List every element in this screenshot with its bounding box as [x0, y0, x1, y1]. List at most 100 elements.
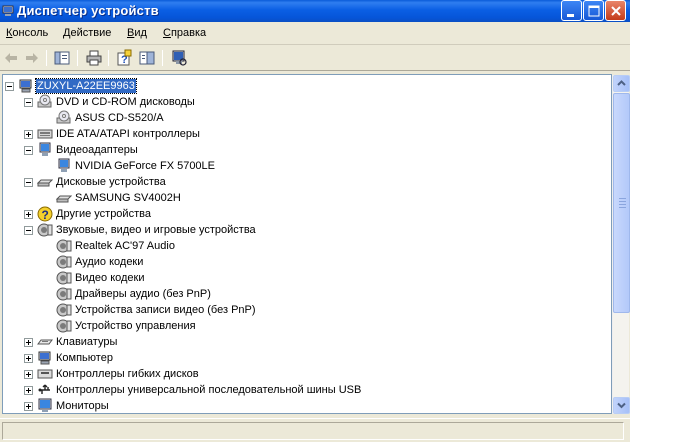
device-category[interactable]: Дисковые устройства	[3, 174, 603, 190]
expand-toggle[interactable]	[24, 130, 33, 139]
device-label[interactable]: SAMSUNG SV4002H	[74, 191, 182, 205]
close-button[interactable]	[605, 0, 626, 21]
status-panel	[2, 422, 624, 440]
expand-toggle[interactable]	[24, 370, 33, 379]
menu-console[interactable]: Консоль	[6, 27, 48, 39]
device-label[interactable]: IDE ATA/ATAPI контроллеры	[55, 127, 201, 141]
back-arrow-icon[interactable]	[2, 49, 20, 67]
device-item[interactable]: ASUS CD-S520/A	[3, 110, 603, 126]
print-icon[interactable]	[85, 49, 103, 67]
toolbar-separator	[108, 50, 109, 66]
scroll-thumb[interactable]	[613, 93, 630, 313]
toolbar: ?	[0, 46, 630, 71]
expand-toggle[interactable]	[24, 354, 33, 363]
display-adapter-icon	[37, 142, 53, 158]
scan-hardware-icon[interactable]	[170, 49, 188, 67]
menu-view[interactable]: Вид	[127, 27, 147, 39]
expand-toggle[interactable]	[24, 386, 33, 395]
device-label[interactable]: Контроллеры гибких дисков	[55, 367, 200, 381]
device-item[interactable]: Видео кодеки	[3, 270, 603, 286]
device-label[interactable]: Другие устройства	[55, 207, 152, 221]
cdrom-icon	[56, 110, 72, 126]
expand-toggle[interactable]	[24, 210, 33, 219]
scroll-down-button[interactable]	[613, 397, 630, 414]
menu-action[interactable]: Действие	[63, 27, 111, 39]
device-label[interactable]: Realtek AC'97 Audio	[74, 239, 176, 253]
device-label[interactable]: Аудио кодеки	[74, 255, 144, 269]
device-category[interactable]: Видеоадаптеры	[3, 142, 603, 158]
device-label[interactable]: Дисковые устройства	[55, 175, 167, 189]
device-label[interactable]: ASUS CD-S520/A	[74, 111, 165, 125]
close-icon	[611, 6, 621, 16]
svg-text:?: ?	[42, 208, 49, 222]
device-item[interactable]: Драйверы аудио (без PnP)	[3, 286, 603, 302]
status-bar	[0, 418, 630, 442]
help-icon[interactable]	[138, 49, 156, 67]
chevron-up-icon	[617, 80, 626, 86]
device-category[interactable]: DVD и CD-ROM дисководы	[3, 94, 603, 110]
forward-arrow-icon[interactable]	[23, 49, 41, 67]
device-category[interactable]: IDE ATA/ATAPI контроллеры	[3, 126, 603, 142]
expand-toggle[interactable]	[24, 402, 33, 411]
device-item[interactable]: Устройства записи видео (без PnP)	[3, 302, 603, 318]
device-item[interactable]: Аудио кодеки	[3, 254, 603, 270]
toolbar-separator	[162, 50, 163, 66]
device-category[interactable]: Контроллеры универсальной последовательн…	[3, 382, 603, 398]
collapse-toggle[interactable]	[24, 98, 33, 107]
device-label[interactable]: Устройство управления	[74, 319, 197, 333]
menu-help[interactable]: Справка	[163, 27, 206, 39]
minimize-button[interactable]	[561, 0, 582, 21]
show-hide-tree-icon[interactable]	[53, 49, 71, 67]
device-category[interactable]: Компьютер	[3, 350, 603, 366]
expand-toggle[interactable]	[24, 338, 33, 347]
ide-controller-icon	[37, 126, 53, 142]
display-adapter-icon	[56, 158, 72, 174]
title-bar[interactable]: Диспетчер устройств	[0, 0, 630, 22]
chevron-down-icon	[617, 402, 626, 409]
device-label[interactable]: Видеоадаптеры	[55, 143, 139, 157]
keyboard-icon	[37, 334, 53, 350]
computer-icon	[37, 350, 53, 366]
vertical-scrollbar[interactable]	[612, 75, 630, 414]
device-label[interactable]: Мониторы	[55, 399, 110, 413]
scroll-up-button[interactable]	[613, 75, 630, 92]
device-item[interactable]: Realtek AC'97 Audio	[3, 238, 603, 254]
monitor-icon	[37, 398, 53, 413]
device-item[interactable]: SAMSUNG SV4002H	[3, 190, 603, 206]
sound-device-icon	[56, 254, 72, 270]
device-label[interactable]: Видео кодеки	[74, 271, 146, 285]
menu-bar: Консоль Действие Вид Справка	[0, 22, 630, 45]
device-category[interactable]: Мониторы	[3, 398, 603, 413]
sound-device-icon	[56, 318, 72, 334]
device-label[interactable]: Компьютер	[55, 351, 114, 365]
device-label[interactable]: Драйверы аудио (без PnP)	[74, 287, 212, 301]
cdrom-icon	[37, 94, 53, 110]
sound-device-icon	[37, 222, 53, 238]
device-tree[interactable]: ZUXYL-A22EE9963 DVD и CD-ROM дисководы ASU…	[2, 74, 612, 414]
disk-drive-icon	[55, 190, 73, 206]
device-label[interactable]: DVD и CD-ROM дисководы	[55, 95, 196, 109]
device-manager-icon	[2, 5, 14, 16]
tree-root-label[interactable]: ZUXYL-A22EE9963	[35, 78, 137, 94]
maximize-button[interactable]	[583, 0, 604, 21]
collapse-toggle[interactable]	[24, 178, 33, 187]
device-label[interactable]: Звуковые, видео и игровые устройства	[55, 223, 257, 237]
device-item[interactable]: Устройство управления	[3, 318, 603, 334]
collapse-toggle[interactable]	[24, 226, 33, 235]
device-category[interactable]: ? Другие устройства	[3, 206, 603, 222]
sound-device-icon	[56, 238, 72, 254]
device-label[interactable]: Контроллеры универсальной последовательн…	[55, 383, 362, 397]
device-category[interactable]: Контроллеры гибких дисков	[3, 366, 603, 382]
device-label[interactable]: Клавиатуры	[55, 335, 118, 349]
floppy-controller-icon	[37, 366, 53, 382]
properties-help-icon[interactable]: ?	[115, 49, 133, 67]
device-label[interactable]: NVIDIA GeForce FX 5700LE	[74, 159, 216, 173]
device-category[interactable]: Клавиатуры	[3, 334, 603, 350]
sound-device-icon	[56, 270, 72, 286]
device-category[interactable]: Звуковые, видео и игровые устройства	[3, 222, 603, 238]
device-label[interactable]: Устройства записи видео (без PnP)	[74, 303, 257, 317]
device-item[interactable]: NVIDIA GeForce FX 5700LE	[3, 158, 603, 174]
collapse-toggle[interactable]	[5, 82, 14, 91]
tree-root[interactable]: ZUXYL-A22EE9963	[3, 78, 603, 94]
collapse-toggle[interactable]	[24, 146, 33, 155]
